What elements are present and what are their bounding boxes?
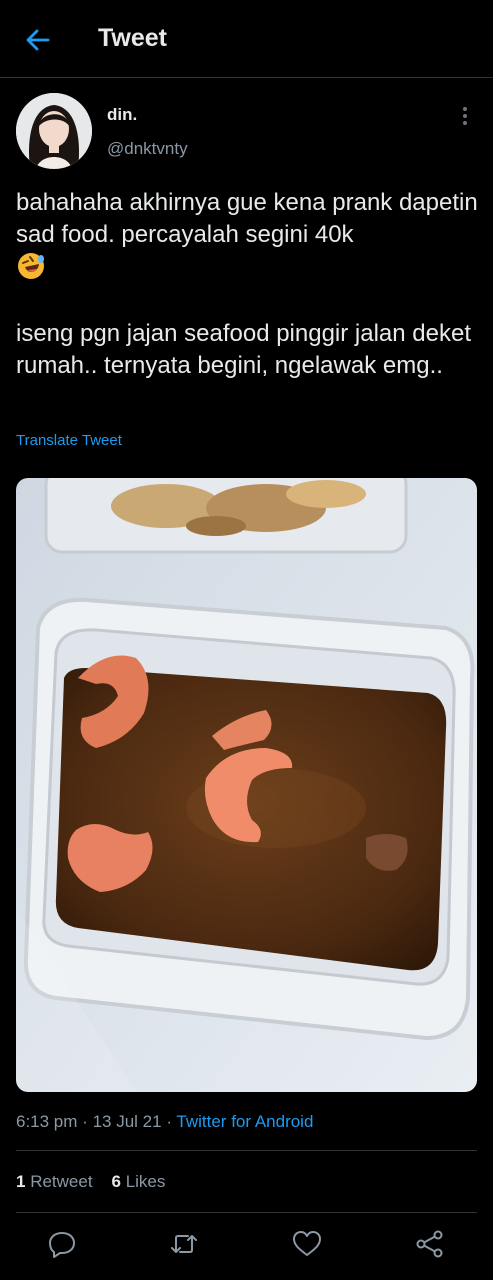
- meta-separator: ·: [82, 1112, 88, 1131]
- tweet-date: 13 Jul 21: [92, 1112, 162, 1131]
- divider: [16, 1212, 477, 1213]
- arrow-left-icon[interactable]: [22, 24, 54, 56]
- tweet-paragraph: bahahaha akhirnya gue kena prank dapetin…: [16, 187, 478, 286]
- tweet-text: bahahaha akhirnya gue kena prank dapetin…: [16, 187, 478, 382]
- more-options-icon[interactable]: [450, 104, 480, 128]
- divider: [16, 1150, 477, 1151]
- photo-shrimp-in-sauce-container[interactable]: [16, 478, 477, 1092]
- likes-label: Likes: [125, 1172, 166, 1191]
- retweets-stat[interactable]: 1 Retweet: [16, 1172, 93, 1191]
- page-title: Tweet: [98, 24, 167, 52]
- meta-separator: ·: [166, 1112, 172, 1131]
- tweet-meta: 6:13 pm · 13 Jul 21 · Twitter for Androi…: [16, 1112, 313, 1132]
- tweet-paragraph-text: bahahaha akhirnya gue kena prank dapetin…: [16, 189, 478, 248]
- retweets-label: Retweet: [30, 1172, 93, 1191]
- retweets-count: 1: [16, 1172, 26, 1191]
- tweet-time: 6:13 pm: [16, 1112, 78, 1131]
- tweet-paragraph: iseng pgn jajan seafood pinggir jalan de…: [16, 320, 472, 379]
- tweet-media-image: [16, 478, 477, 1092]
- author-handle[interactable]: @dnktvnty: [107, 139, 188, 159]
- tweet-source-link[interactable]: Twitter for Android: [176, 1112, 313, 1131]
- share-icon[interactable]: [414, 1228, 446, 1260]
- profile-photo: [16, 93, 92, 169]
- rolling-on-floor-laughing-emoji: [18, 253, 44, 279]
- translate-tweet-link[interactable]: Translate Tweet: [16, 432, 122, 449]
- top-bar: Tweet: [0, 0, 493, 78]
- avatar[interactable]: [16, 93, 92, 169]
- author-name[interactable]: din.: [107, 105, 137, 125]
- tweet-stats: 1 Retweet 6 Likes: [16, 1172, 165, 1192]
- reply-icon[interactable]: [46, 1228, 78, 1260]
- retweet-icon[interactable]: [168, 1228, 200, 1260]
- likes-stat[interactable]: 6 Likes: [111, 1172, 165, 1191]
- likes-count: 6: [111, 1172, 121, 1191]
- tweet-actions-bar: [0, 1228, 493, 1264]
- like-icon[interactable]: [291, 1228, 323, 1260]
